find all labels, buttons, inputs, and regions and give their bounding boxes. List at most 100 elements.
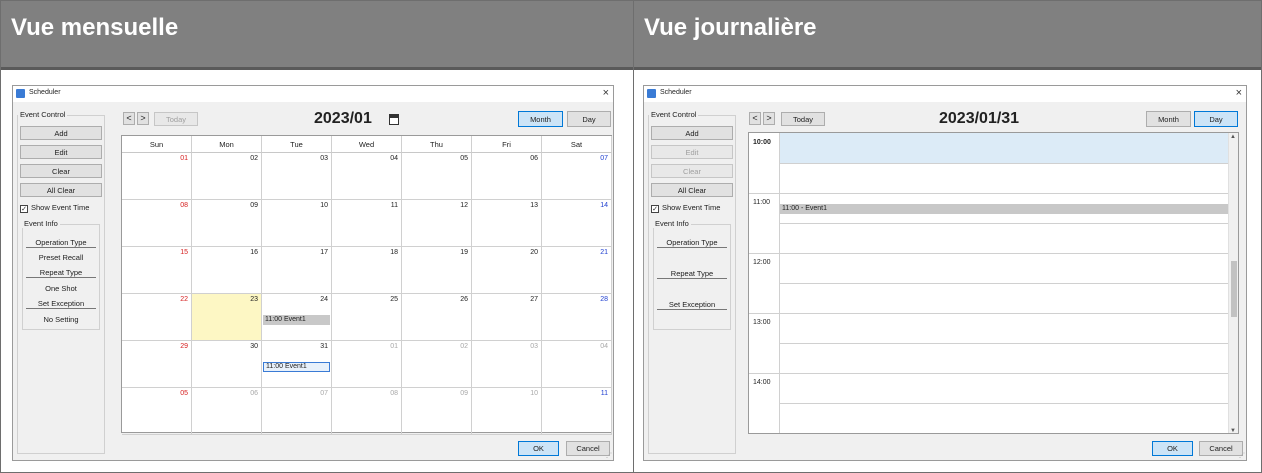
calendar-day-cell[interactable]: 04 — [542, 341, 612, 388]
calendar-day-cell[interactable]: 11 — [542, 388, 612, 435]
calendar-day-cell[interactable]: 28 — [542, 294, 612, 341]
scroll-up-icon[interactable]: ▲ — [1230, 134, 1236, 140]
calendar-day-cell[interactable]: 04 — [332, 153, 402, 200]
cancel-button[interactable]: Cancel — [1199, 441, 1243, 456]
day-view-heading: Vue journalière — [644, 14, 817, 41]
ok-button[interactable]: OK — [518, 441, 559, 456]
calendar-day-cell[interactable]: 29 — [122, 341, 192, 388]
all-clear-button[interactable]: All Clear — [651, 183, 733, 197]
vertical-scrollbar[interactable]: ▲ ▼ — [1228, 133, 1238, 433]
month-view-button[interactable]: Month — [518, 111, 563, 127]
day-number: 19 — [460, 249, 468, 256]
edit-button[interactable]: Edit — [651, 145, 733, 159]
month-view-button[interactable]: Month — [1146, 111, 1191, 127]
calendar-day-cell[interactable]: 09 — [192, 200, 262, 247]
resize-grip-icon[interactable]: ⋰ — [606, 452, 612, 459]
calendar-day-cell[interactable]: 06 — [192, 388, 262, 435]
hour-divider-line — [779, 403, 1238, 404]
ok-button[interactable]: OK — [1152, 441, 1193, 456]
close-icon[interactable]: × — [603, 87, 609, 99]
cancel-button[interactable]: Cancel — [566, 441, 610, 456]
calendar-day-cell[interactable]: 10 — [262, 200, 332, 247]
day-view-button[interactable]: Day — [1194, 111, 1238, 127]
calendar-day-cell[interactable]: 23 — [192, 294, 262, 341]
day-number: 10 — [320, 202, 328, 209]
day-number: 31 — [320, 343, 328, 350]
calendar-day-cell[interactable]: 01 — [332, 341, 402, 388]
calendar-day-cell[interactable]: 05 — [402, 153, 472, 200]
calendar-day-cell[interactable]: 13 — [472, 200, 542, 247]
edit-button[interactable]: Edit — [20, 145, 102, 159]
calendar-day-cell[interactable]: 10 — [472, 388, 542, 435]
add-button[interactable]: Add — [20, 126, 102, 140]
scroll-down-icon[interactable]: ▼ — [1230, 428, 1236, 433]
calendar-day-cell[interactable]: 25 — [332, 294, 402, 341]
day-number: 08 — [180, 202, 188, 209]
calendar-day-cell[interactable]: 03 — [262, 153, 332, 200]
next-button[interactable]: > — [763, 112, 775, 125]
calendar-day-cell[interactable]: 20 — [472, 247, 542, 294]
show-event-time-checkbox[interactable]: ✓ Show Event Time — [651, 203, 720, 213]
show-event-time-checkbox[interactable]: ✓ Show Event Time — [20, 203, 89, 213]
all-clear-button[interactable]: All Clear — [20, 183, 102, 197]
close-icon[interactable]: × — [1236, 87, 1242, 99]
event-info-label: Event Info — [22, 219, 60, 228]
time-label-10: 10:00 — [753, 139, 771, 146]
calendar-day-cell[interactable]: 15 — [122, 247, 192, 294]
day-number: 15 — [180, 249, 188, 256]
day-number: 26 — [460, 296, 468, 303]
prev-button[interactable]: < — [749, 112, 761, 125]
calendar-day-cell[interactable]: 14 — [542, 200, 612, 247]
calendar-day-cell[interactable]: 09 — [402, 388, 472, 435]
day-number: 04 — [390, 155, 398, 162]
calendar-day-cell[interactable]: 08 — [332, 388, 402, 435]
selected-hour-highlight[interactable] — [779, 133, 1228, 163]
calendar-day-cell[interactable]: 07 — [262, 388, 332, 435]
calendar-day-cell[interactable]: 30 — [192, 341, 262, 388]
calendar-day-cell[interactable]: 01 — [122, 153, 192, 200]
window-title: Scheduler — [29, 89, 61, 96]
calendar-day-cell[interactable]: 16 — [192, 247, 262, 294]
weekday-header: Mon — [192, 136, 262, 153]
weekday-header: Tue — [262, 136, 332, 153]
day-number: 21 — [600, 249, 608, 256]
calendar-day-cell[interactable]: 02 — [402, 341, 472, 388]
clear-button[interactable]: Clear — [651, 164, 733, 178]
resize-grip-icon[interactable]: ⋰ — [1239, 452, 1245, 459]
day-number: 14 — [600, 202, 608, 209]
calendar-day-cell[interactable]: 07 — [542, 153, 612, 200]
hour-divider-line — [779, 163, 1238, 164]
day-number: 01 — [180, 155, 188, 162]
calendar-day-cell[interactable]: 08 — [122, 200, 192, 247]
hour-divider-line — [779, 223, 1238, 224]
calendar-day-cell[interactable]: 02 — [192, 153, 262, 200]
prev-button[interactable]: < — [123, 112, 135, 125]
calendar-day-cell[interactable]: 22 — [122, 294, 192, 341]
checkbox-checked-icon: ✓ — [20, 205, 28, 213]
calendar-day-cell[interactable]: 12 — [402, 200, 472, 247]
calendar-day-cell[interactable]: 19 — [402, 247, 472, 294]
calendar-event[interactable]: 11:00 Event1 — [263, 362, 330, 372]
clear-button[interactable]: Clear — [20, 164, 102, 178]
calendar-day-cell[interactable]: 11 — [332, 200, 402, 247]
repeat-type-label: Repeat Type — [657, 269, 727, 279]
day-number: 20 — [530, 249, 538, 256]
calendar-day-cell[interactable]: 06 — [472, 153, 542, 200]
calendar-day-cell[interactable]: 18 — [332, 247, 402, 294]
calendar-event[interactable]: 11:00 Event1 — [263, 315, 330, 325]
calendar-day-cell[interactable]: 27 — [472, 294, 542, 341]
event-block[interactable]: 11:00 - Event1 — [780, 204, 1228, 214]
today-button[interactable]: Today — [781, 112, 825, 126]
calendar-day-cell[interactable]: 05 — [122, 388, 192, 435]
calendar-day-cell[interactable]: 26 — [402, 294, 472, 341]
calendar-icon[interactable] — [389, 114, 399, 125]
show-event-time-label: Show Event Time — [662, 203, 721, 212]
today-button[interactable]: Today — [154, 112, 198, 126]
calendar-day-cell[interactable]: 17 — [262, 247, 332, 294]
day-view-button[interactable]: Day — [567, 111, 611, 127]
calendar-day-cell[interactable]: 21 — [542, 247, 612, 294]
scrollbar-thumb[interactable] — [1231, 261, 1237, 317]
calendar-day-cell[interactable]: 03 — [472, 341, 542, 388]
add-button[interactable]: Add — [651, 126, 733, 140]
next-button[interactable]: > — [137, 112, 149, 125]
